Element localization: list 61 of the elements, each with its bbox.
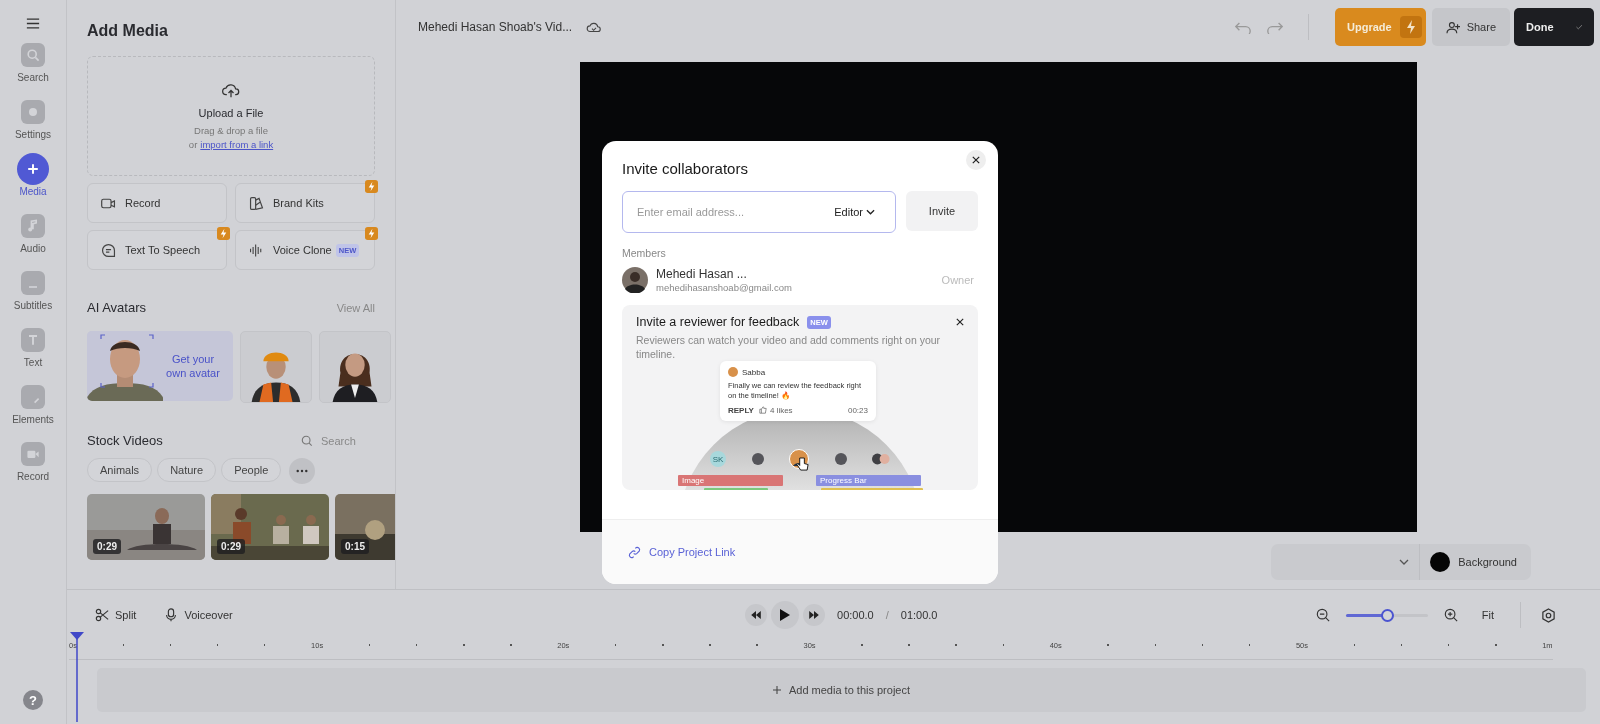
sidebar-item[interactable]: Elements [12,385,54,425]
sidebar-item[interactable]: Subtitles [13,271,53,311]
current-time: 00:00.0 [837,609,874,622]
section-title: AI Avatars [87,300,146,315]
upload-dropzone[interactable]: Upload a File Drag & drop a file or import from a link [87,56,375,176]
video-thumbnail[interactable]: 0:29 [211,494,329,560]
sidebar-item[interactable]: Media [17,157,49,197]
category-chip[interactable]: Nature [157,458,217,482]
time-separator: / [885,609,889,622]
done-button[interactable]: Done [1514,8,1594,46]
project-title[interactable]: Mehedi Hasan Shoab's Vid... [418,20,573,34]
member-role: Owner [941,274,974,286]
share-button[interactable]: Share [1431,8,1510,46]
stock-search-field[interactable]: Search [319,433,375,448]
or-label: or [188,139,198,150]
video-thumbnail[interactable]: 0:15 [335,494,395,560]
track-clip: Progress Bar [816,475,921,487]
sidebar-item[interactable]: Text [21,328,45,368]
copy-link-button[interactable]: Copy Project Link [628,545,736,559]
role-dropdown[interactable]: Editor [828,205,881,219]
video-thumbnail[interactable]: 0:29 [87,494,205,560]
section-title: Stock Videos [87,433,163,448]
empty-track[interactable]: Add media to this project [97,668,1586,713]
members-label: Members [622,247,667,259]
reply-label: REPLY [728,405,754,415]
likes-count: 4 likes [769,405,793,415]
comment-time: 00:23 [847,405,868,415]
total-time: 01:00.0 [900,609,938,622]
member-name: Mehedi Hasan ... [656,267,748,281]
voiceover-button[interactable]: Voiceover [158,607,239,624]
member-email: mehedihasanshoab@gmail.com [656,282,793,293]
duration-label: 0:29 [93,539,121,554]
email-field[interactable]: Enter email address... Editor [622,191,896,233]
comment-author: Sabba [742,367,766,377]
sidebar-item[interactable]: Search [17,43,49,83]
track-clip: Image [678,475,783,487]
help-button[interactable]: ? [23,690,43,710]
media-tool-button[interactable]: Text To Speech [87,230,227,270]
category-chip[interactable]: Animals [87,458,153,482]
invite-button[interactable]: Invite [906,191,978,231]
category-chip[interactable]: People [221,458,282,482]
upload-title: Upload a File [198,107,264,119]
upload-hint: Drag & drop a file [194,125,268,136]
add-media-label: Add media to this project [788,684,911,697]
duration-label: 0:15 [341,539,369,554]
panel-title: Add Media [87,22,169,40]
reviewer-description: Reviewers can watch your video and add comments right on your timeline. [636,333,942,362]
import-link[interactable]: import from a link [200,139,274,150]
duration-label: 0:29 [217,539,245,554]
dialog-title: Invite collaborators [622,160,749,177]
background-button[interactable]: Background [1420,544,1531,580]
avatar-promo-card[interactable]: Get your own avatar [87,331,233,401]
fit-button[interactable]: Fit [1475,608,1500,623]
sidebar-item[interactable]: Record [16,442,50,482]
media-tool-button[interactable]: Brand Kits [235,183,375,223]
promo-text: Get your own avatar [165,351,221,381]
sidebar-item[interactable]: Audio [20,214,46,254]
reviewer-title: Invite a reviewer for feedback [636,315,800,329]
split-button[interactable]: Split [89,607,143,624]
media-tool-button[interactable]: Record [87,183,227,223]
sidebar-item[interactable]: Settings [14,100,52,140]
